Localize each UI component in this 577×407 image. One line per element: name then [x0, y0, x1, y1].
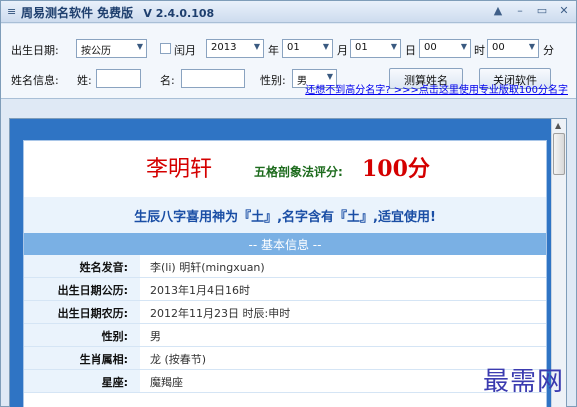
leap-month-checkbox[interactable] [160, 43, 171, 54]
given-name-label: 名: [160, 74, 175, 87]
gender-label: 性别: [260, 74, 286, 87]
year-select[interactable]: 2013 ▼ [206, 39, 264, 58]
chevron-down-icon: ▼ [460, 42, 467, 51]
app-window: ≡ 周易测名软件 免费版 V 2.4.0.108 ▲ – ▭ ✕ 出生日期: 按… [0, 0, 577, 407]
info-key: 星座: [24, 370, 140, 392]
window-title: 周易测名软件 免费版 V 2.4.0.108 [21, 4, 214, 21]
day-unit-label: 日 [405, 44, 416, 57]
info-row-solar-date: 出生日期公历: 2013年1月4日16时 [24, 278, 546, 301]
info-value: 魔羯座 [150, 376, 183, 389]
year-unit-label: 年 [268, 44, 279, 57]
promo-link[interactable]: 还想不到高分名字? >>>点击这里使用专业版取100分名字 [305, 81, 568, 96]
given-name-input[interactable] [181, 69, 245, 88]
info-row-zodiac: 生肖属相: 龙 (按春节) [24, 347, 546, 370]
info-key: 生肖属相: [24, 347, 140, 369]
info-key: 姓名发音: [24, 255, 140, 277]
verdict-text: 生辰八字喜用神为『土』,名字含有『土』,适宜使用! [24, 197, 546, 233]
scroll-up-icon[interactable]: ▲ [555, 121, 561, 130]
watermark-text: 最需网 [482, 367, 564, 397]
maximize-icon[interactable]: ▭ [536, 4, 548, 17]
result-name: 李明轩 [146, 157, 213, 182]
hour-unit-label: 时 [474, 44, 485, 57]
info-row-lunar-date: 出生日期农历: 2012年11月23日 时辰:申时 [24, 301, 546, 324]
toolbar-divider [1, 98, 576, 99]
app-menu-icon[interactable]: ≡ [7, 5, 16, 18]
chevron-down-icon: ▼ [326, 72, 333, 81]
birth-date-label: 出生日期: [11, 44, 59, 57]
info-value: 2013年1月4日16时 [150, 284, 250, 297]
scroll-thumb[interactable] [553, 133, 565, 175]
info-value: 李(li) 明轩(mingxuan) [150, 261, 265, 274]
calendar-type-select[interactable]: 按公历 ▼ [76, 39, 147, 58]
minute-select[interactable]: 00 ▼ [487, 39, 539, 58]
info-row-constellation: 星座: 魔羯座 [24, 370, 546, 393]
close-icon[interactable]: ✕ [558, 4, 570, 17]
minute-unit-label: 分 [543, 44, 554, 57]
info-row-pronunciation: 姓名发音: 李(li) 明轩(mingxuan) [24, 255, 546, 278]
chevron-down-icon: ▼ [390, 42, 397, 51]
name-header: 李明轩 五格剖象法评分: 100分 [24, 141, 546, 197]
info-value: 2012年11月23日 时辰:申时 [150, 307, 291, 320]
month-select[interactable]: 01 ▼ [282, 39, 333, 58]
info-row-gender: 性别: 男 [24, 324, 546, 347]
info-value: 龙 (按春节) [150, 353, 207, 366]
app-version: V 2.4.0.108 [143, 7, 215, 20]
minimize-icon[interactable]: – [514, 4, 526, 17]
name-info-label: 姓名信息: [11, 74, 59, 87]
info-key: 性别: [24, 324, 140, 346]
score-value: 100分 [362, 156, 430, 182]
result-card: 李明轩 五格剖象法评分: 100分 生辰八字喜用神为『土』,名字含有『土』,适宜… [23, 140, 547, 407]
title-bar[interactable]: ≡ 周易测名软件 免费版 V 2.4.0.108 ▲ – ▭ ✕ [1, 1, 576, 23]
chevron-down-icon: ▼ [528, 42, 535, 51]
chevron-down-icon: ▼ [253, 42, 260, 51]
score-label: 五格剖象法评分: [254, 165, 343, 179]
surname-label: 姓: [77, 74, 92, 87]
window-controls: ▲ – ▭ ✕ [492, 4, 570, 17]
info-key: 出生日期公历: [24, 278, 140, 300]
info-value: 男 [150, 330, 161, 343]
section-title-basic-info: -- 基本信息 -- [24, 233, 546, 255]
chevron-down-icon: ▼ [136, 42, 143, 51]
month-unit-label: 月 [337, 44, 348, 57]
birth-date-row: 出生日期: 按公历 ▼ 闰月 2013 ▼ 年 01 ▼ 月 01 ▼ 日 00… [1, 38, 576, 60]
day-select[interactable]: 01 ▼ [350, 39, 401, 58]
leap-month-label: 闰月 [174, 44, 196, 57]
app-title: 周易测名软件 免费版 [21, 6, 134, 20]
surname-input[interactable] [96, 69, 141, 88]
hour-select[interactable]: 00 ▼ [419, 39, 471, 58]
info-key: 出生日期农历: [24, 301, 140, 323]
chevron-down-icon: ▼ [322, 42, 329, 51]
collapse-icon[interactable]: ▲ [492, 4, 504, 17]
